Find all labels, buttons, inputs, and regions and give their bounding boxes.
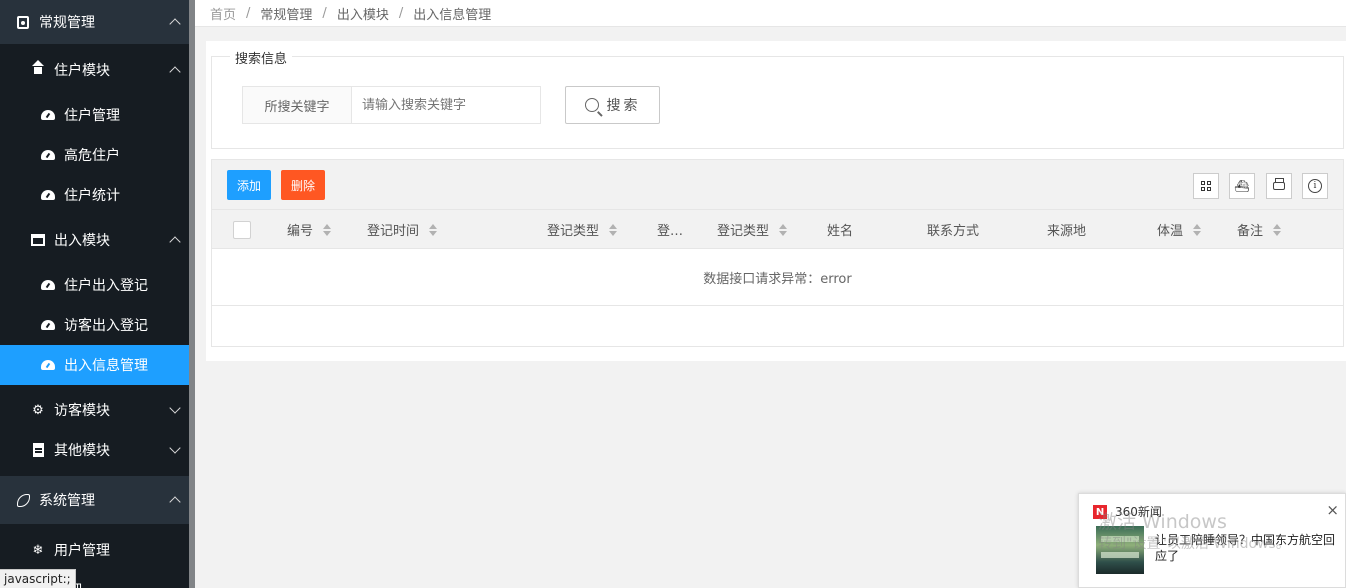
column-header[interactable]: 来源地 (1047, 210, 1086, 249)
search-button-label: 搜索 (606, 98, 641, 114)
chevron-up-icon (169, 66, 181, 78)
nav-item-high-risk[interactable]: 高危住户 (0, 135, 189, 175)
sort-icon[interactable] (429, 223, 438, 236)
sort-icon[interactable] (323, 223, 332, 236)
select-all-checkbox[interactable] (233, 221, 251, 239)
close-icon[interactable]: × (1326, 501, 1339, 519)
column-header[interactable]: 备注 (1237, 210, 1282, 249)
column-header[interactable]: 姓名 (827, 210, 853, 249)
file-icon (30, 442, 46, 458)
chevron-down-icon (169, 402, 181, 414)
data-table: 添加 删除 ⛴ i 编号 登记时间 登记类型 登… 登记类型 姓名 联系方式 来… (211, 159, 1344, 347)
leaf-icon (15, 492, 31, 508)
dashboard-icon (40, 187, 56, 203)
windows-activation-watermark: 激活 Windows 转到"设置"以激活 Windows。 (1098, 511, 1290, 552)
nav-module-other[interactable]: 其他模块 (0, 430, 189, 470)
search-group: 所搜关键字 (242, 86, 541, 124)
nav-item-label: 出入信息管理 (64, 358, 148, 374)
nav-module-label: 出入模块 (54, 233, 110, 249)
nav-item-resident-manage[interactable]: 住户管理 (0, 95, 189, 135)
nav-module-label: 访客模块 (54, 403, 110, 419)
nav-module-label: 其他模块 (54, 443, 110, 459)
column-header[interactable]: 登记类型 (547, 210, 618, 249)
nav-item-label: 住户出入登记 (64, 278, 148, 294)
nav-section-routine[interactable]: 常规管理 (0, 0, 189, 44)
nav-item-user-manage[interactable]: ❄ 用户管理 (0, 530, 189, 570)
print-icon[interactable] (1266, 173, 1292, 199)
home-icon (30, 60, 46, 78)
sort-icon[interactable] (609, 223, 618, 236)
search-label: 所搜关键字 (242, 86, 352, 124)
column-header[interactable]: 编号 (287, 210, 332, 249)
content-panel: 搜索信息 所搜关键字 搜索 添加 删除 ⛴ i 编号 登记时间 (206, 41, 1346, 361)
gears-icon: ⚙ (32, 402, 44, 418)
search-legend: 搜索信息 (230, 48, 293, 67)
columns-icon[interactable] (1193, 173, 1219, 199)
column-header[interactable]: 联系方式 (927, 210, 979, 249)
nav-item-resident-stats[interactable]: 住户统计 (0, 175, 189, 215)
breadcrumb-item[interactable]: 出入模块 (337, 4, 389, 23)
search-button[interactable]: 搜索 (565, 86, 660, 124)
nav-item-label: 住户管理 (64, 108, 120, 124)
nav-item-label: 用户管理 (54, 543, 110, 559)
search-icon (584, 98, 599, 112)
nav-section-label: 常规管理 (39, 15, 95, 31)
breadcrumb-separator: / (322, 5, 327, 21)
nav-item-access-info[interactable]: 出入信息管理 (0, 345, 189, 385)
breadcrumb-separator: / (398, 5, 404, 21)
nav-module-visitor[interactable]: ⚙ 访客模块 (0, 390, 189, 430)
sidebar: 常规管理 住户模块 住户管理 高危住户 住户统计 出入模块 住户出入登记 访客出… (0, 0, 189, 588)
status-bar-url: javascript:; (0, 569, 76, 588)
nav-module-access[interactable]: 出入模块 (0, 220, 189, 260)
nav-item-label: 高危住户 (64, 148, 120, 164)
breadcrumb-current: 出入信息管理 (413, 7, 492, 23)
dashboard-icon (40, 357, 56, 373)
sort-icon[interactable] (779, 223, 788, 236)
table-header: 编号 登记时间 登记类型 登… 登记类型 姓名 联系方式 来源地 体温 备注 (212, 210, 1343, 249)
breadcrumb-item[interactable]: 常规管理 (260, 4, 312, 23)
nav-item-label: 住户统计 (64, 188, 120, 204)
nav-section-system[interactable]: 系统管理 (0, 476, 189, 524)
search-input[interactable] (352, 86, 541, 124)
nav-section-label: 系统管理 (39, 493, 95, 509)
nav-item-label: 访客出入登记 (64, 318, 148, 334)
dashboard-icon (40, 107, 56, 123)
window-icon (30, 232, 46, 248)
chevron-up-icon (169, 496, 181, 508)
table-toolbar: 添加 删除 ⛴ i (212, 160, 1343, 210)
breadcrumb-separator: / (246, 5, 251, 21)
column-header[interactable]: 登记时间 (367, 210, 438, 249)
dashboard-icon (40, 317, 56, 333)
sort-icon[interactable] (1193, 223, 1202, 236)
table-empty-message: 数据接口请求异常：error (212, 250, 1343, 306)
dashboard-icon (40, 277, 56, 293)
breadcrumb-home[interactable]: 首页 (210, 4, 236, 23)
chevron-up-icon (169, 18, 181, 30)
breadcrumb: 首页 / 常规管理 / 出入模块 / 出入信息管理 (195, 0, 1346, 27)
add-button[interactable]: 添加 (227, 170, 271, 200)
nav-module-label: 住户模块 (54, 63, 110, 79)
column-header[interactable]: 体温 (1157, 210, 1202, 249)
nav-module-resident[interactable]: 住户模块 (0, 50, 189, 90)
chevron-down-icon (169, 442, 181, 454)
search-fieldset: 搜索信息 所搜关键字 搜索 (211, 48, 1344, 149)
id-card-icon (15, 14, 31, 30)
info-icon[interactable]: i (1302, 173, 1328, 199)
export-icon[interactable]: ⛴ (1229, 173, 1255, 199)
snowflake-icon: ❄ (32, 542, 44, 558)
column-header[interactable]: 登记类型 (717, 210, 788, 249)
nav-item-visitor-access[interactable]: 访客出入登记 (0, 305, 189, 345)
dashboard-icon (40, 147, 56, 163)
nav-item-resident-access[interactable]: 住户出入登记 (0, 265, 189, 305)
delete-button[interactable]: 删除 (281, 170, 325, 200)
sort-icon[interactable] (1273, 223, 1282, 236)
chevron-up-icon (169, 236, 181, 248)
column-header[interactable]: 登… (657, 210, 683, 249)
